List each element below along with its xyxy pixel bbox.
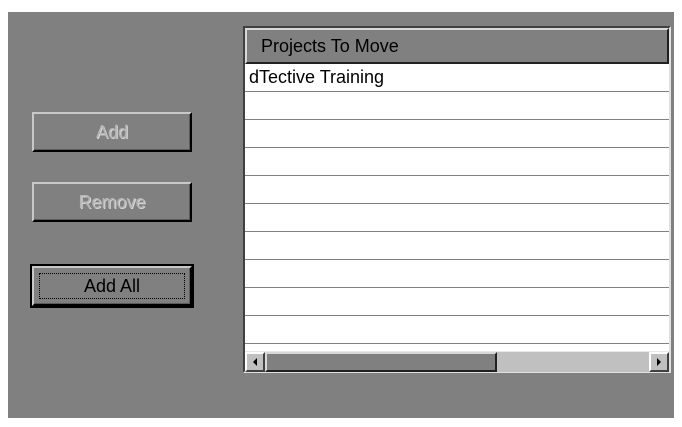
list-item[interactable]: [245, 148, 669, 176]
horizontal-scrollbar[interactable]: [245, 351, 669, 372]
scroll-right-button[interactable]: [649, 352, 669, 372]
list-item[interactable]: [245, 204, 669, 232]
list-item[interactable]: [245, 120, 669, 148]
focus-rectangle: [39, 273, 185, 299]
list-item[interactable]: dTective Training: [245, 64, 669, 92]
add-button[interactable]: Add: [32, 112, 192, 152]
list-item[interactable]: [245, 288, 669, 316]
list-item[interactable]: [245, 176, 669, 204]
list-item[interactable]: [245, 316, 669, 344]
triangle-right-icon: [657, 358, 661, 366]
remove-button-label: Remove: [78, 191, 146, 212]
scroll-left-button[interactable]: [245, 352, 265, 372]
projects-to-move-list[interactable]: Projects To Move dTective Training: [243, 26, 671, 373]
list-item[interactable]: [245, 92, 669, 120]
column-header-projects-to-move[interactable]: Projects To Move: [245, 28, 669, 64]
add-all-button[interactable]: Add All: [30, 264, 194, 308]
scrollbar-track[interactable]: [497, 352, 649, 372]
list-rows: dTective Training: [245, 64, 669, 344]
list-item[interactable]: [245, 232, 669, 260]
triangle-left-icon: [253, 358, 257, 366]
list-item[interactable]: [245, 260, 669, 288]
add-button-label: Add: [95, 121, 129, 142]
scrollbar-thumb[interactable]: [265, 352, 497, 372]
remove-button[interactable]: Remove: [32, 182, 192, 222]
move-projects-dialog: Add Remove Add All Projects To Move dTec…: [8, 12, 674, 418]
